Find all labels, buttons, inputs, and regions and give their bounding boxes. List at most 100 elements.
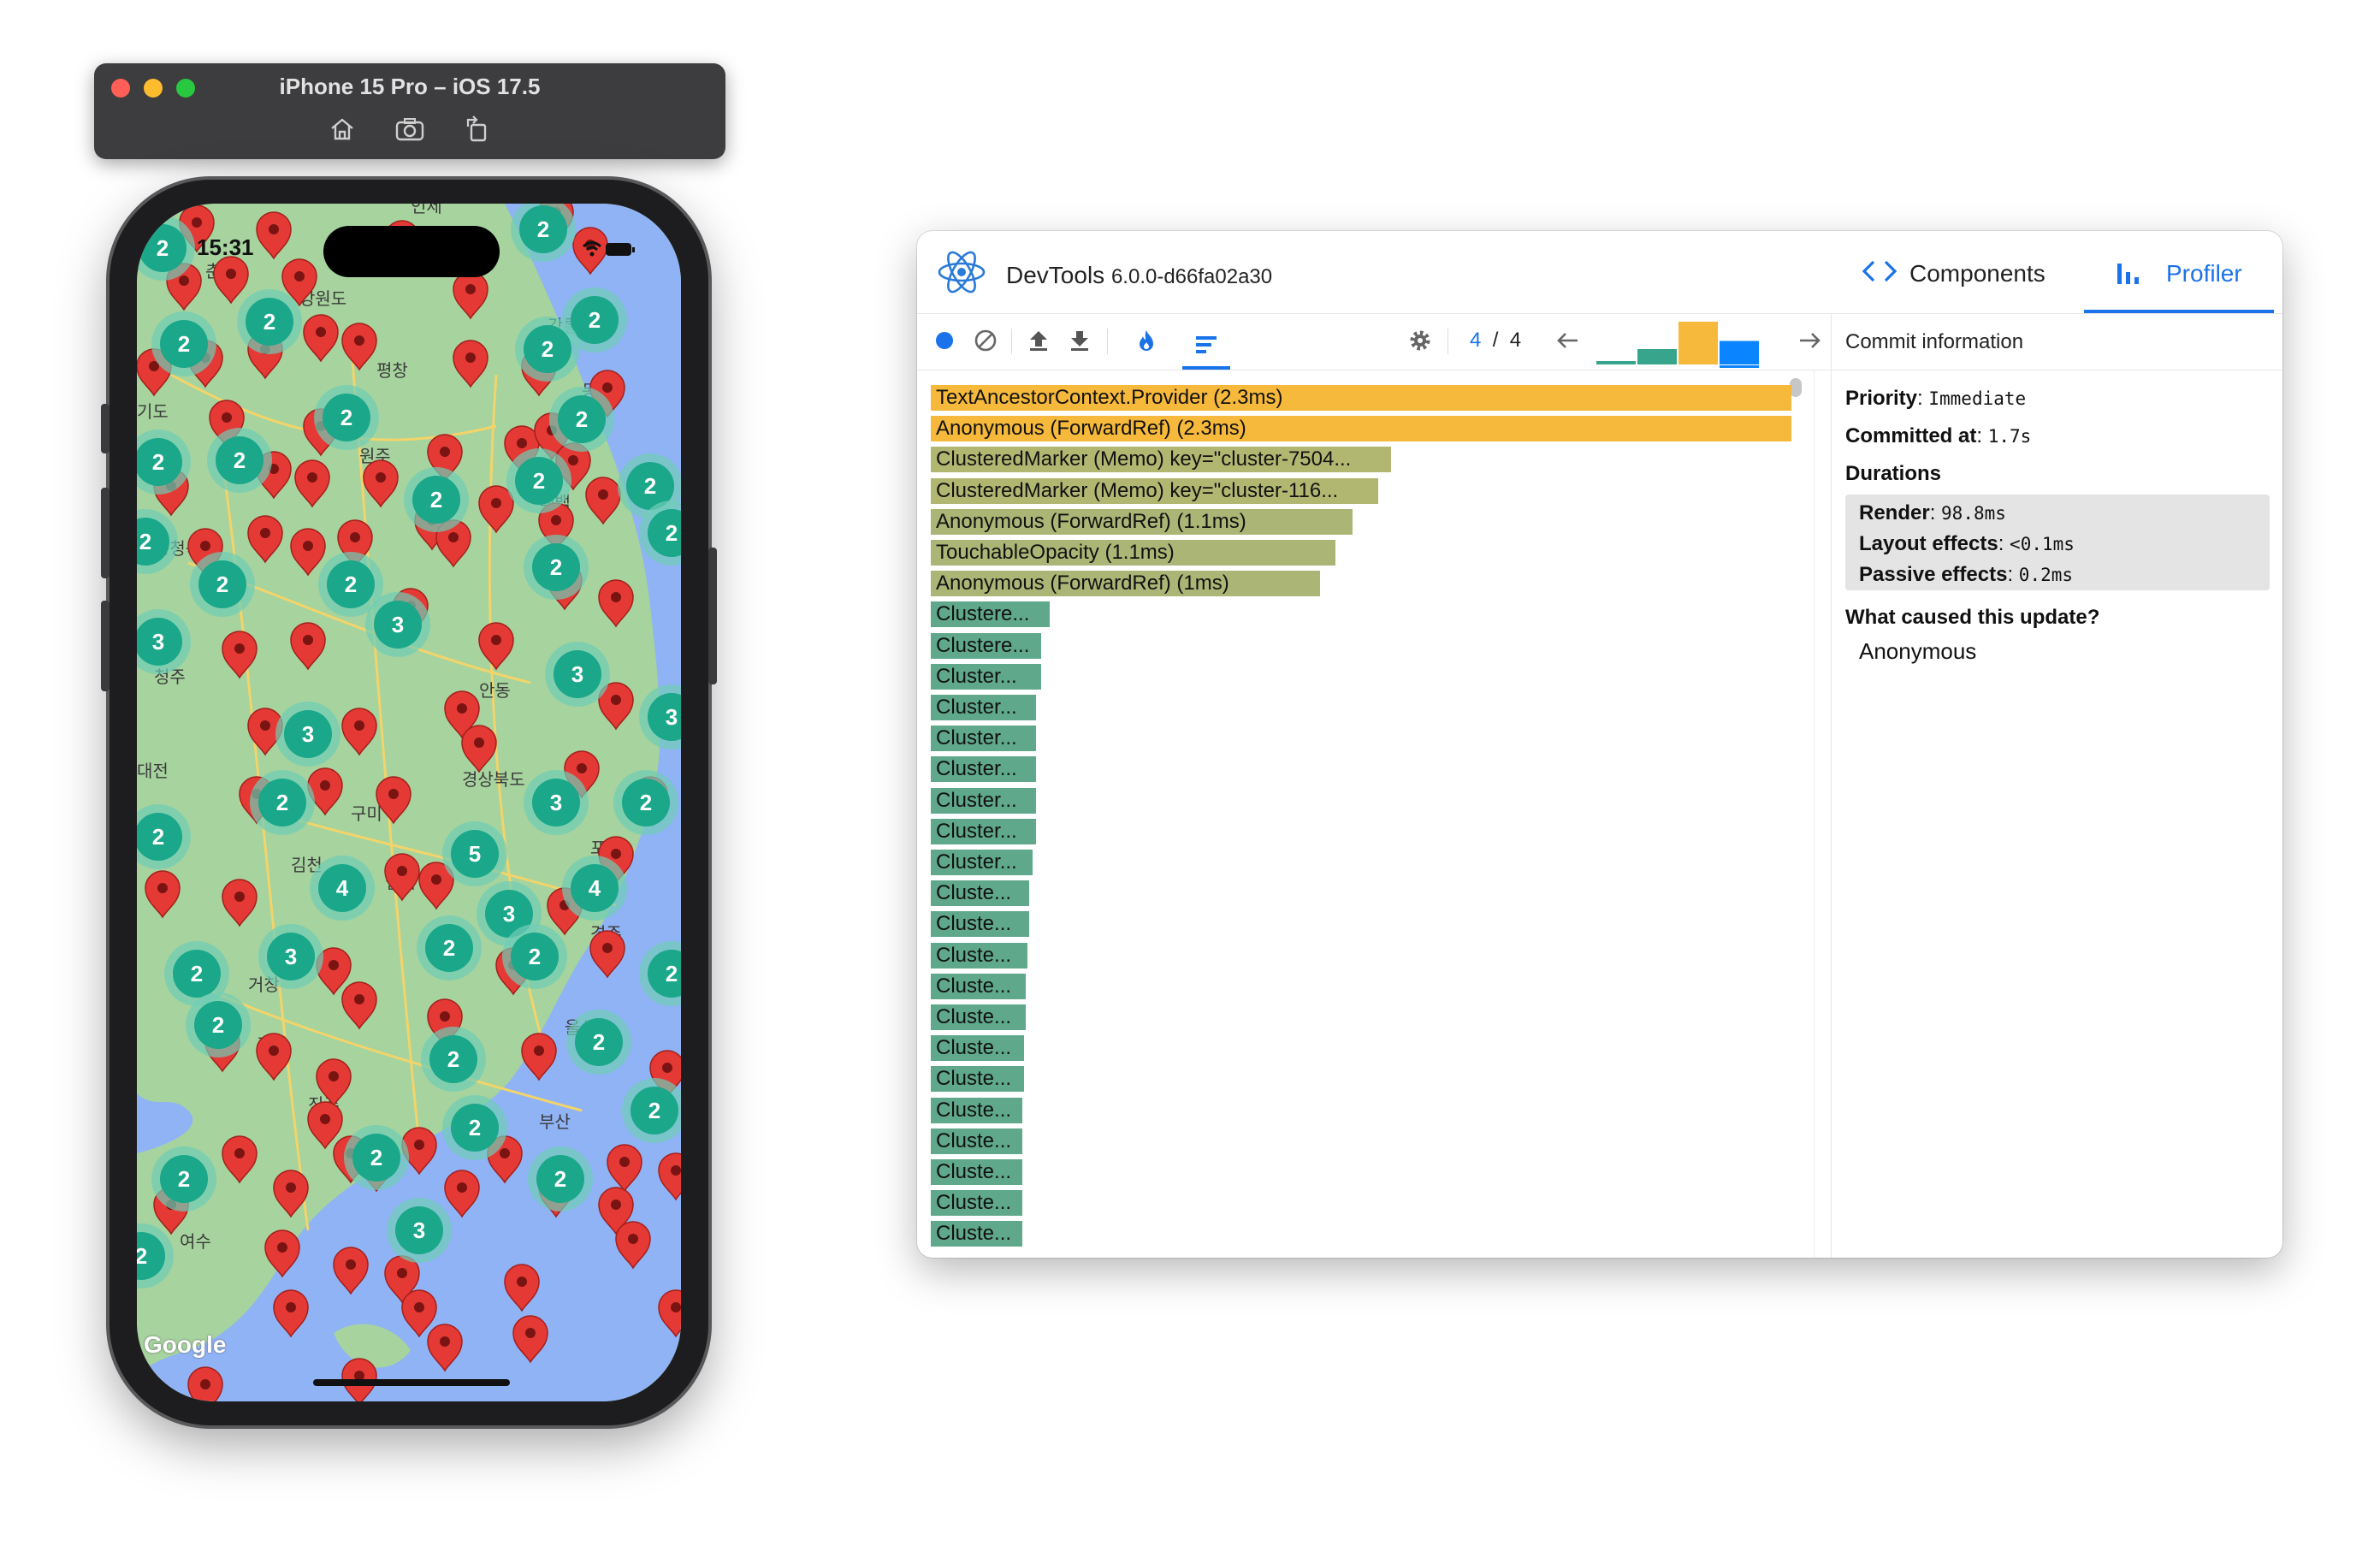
ranked-bar[interactable]: Anonymous (ForwardRef) (1.1ms) <box>931 508 1353 535</box>
map-cluster[interactable]: 2 <box>524 535 589 600</box>
map-cluster[interactable]: 2 <box>442 1095 507 1160</box>
react-logo-icon <box>938 251 986 293</box>
cluster-count: 2 <box>554 1166 566 1192</box>
ranked-bar[interactable]: Cluste... <box>931 880 1029 907</box>
ranked-bar[interactable]: Clustere... <box>931 601 1050 628</box>
commit-info-panel: Commit information Priority: Immediate C… <box>1831 313 2282 1258</box>
map-cluster[interactable]: 2 <box>237 289 302 354</box>
map-cluster[interactable]: 3 <box>275 702 340 767</box>
commit-bar[interactable] <box>1637 349 1677 364</box>
map-cluster[interactable]: 2 <box>502 924 567 989</box>
cluster-count: 3 <box>392 612 404 637</box>
map-cluster[interactable]: 5 <box>442 821 507 886</box>
map-cluster[interactable]: 2 <box>151 1146 216 1211</box>
clear-button[interactable] <box>968 323 1003 358</box>
map-canvas[interactable]: 인제춘천강원도강릉동해평창원주기도충청북도태백청주안동대전구미포항김천칠곡경주거… <box>137 204 681 1401</box>
ranked-chart: TextAncestorContext.Provider (2.3ms) Anon… <box>917 370 1831 1258</box>
ranked-bar[interactable]: Clustere... <box>931 632 1041 659</box>
ranked-bar[interactable]: Cluster... <box>931 726 1036 752</box>
ranked-bar[interactable]: Cluster... <box>931 787 1036 814</box>
map-cluster[interactable]: 2 <box>549 387 614 452</box>
ranked-bar[interactable]: Cluste... <box>931 1190 1022 1217</box>
upload-button[interactable] <box>1021 323 1056 358</box>
map-cluster[interactable]: 2 <box>314 385 379 450</box>
map-cluster[interactable]: 3 <box>524 770 589 835</box>
ranked-bar[interactable]: ClusteredMarker (Memo) key="cluster-116.… <box>931 477 1378 504</box>
settings-button[interactable] <box>1403 323 1437 358</box>
map-cluster[interactable]: 3 <box>365 592 430 657</box>
map-cluster[interactable]: 2 <box>344 1125 409 1190</box>
scrollbar-thumb[interactable] <box>1790 378 1802 397</box>
cluster-count: 2 <box>263 309 275 335</box>
commit-counter: 4 / 4 <box>1470 329 1521 352</box>
tab-profiler-label: Profiler <box>2166 260 2242 287</box>
ranked-bar[interactable]: Anonymous (ForwardRef) (1ms) <box>931 571 1320 597</box>
iphone-frame: 인제춘천강원도강릉동해평창원주기도충청북도태백청주안동대전구미포항김천칠곡경주거… <box>101 180 717 1425</box>
power-button <box>708 548 717 684</box>
ranked-bar[interactable]: Cluste... <box>931 1128 1022 1154</box>
map-cluster[interactable]: 2 <box>528 1146 593 1211</box>
commit-bar[interactable] <box>1720 341 1759 365</box>
map-view[interactable]: 인제춘천강원도강릉동해평창원주기도충청북도태백청주안동대전구미포항김천칠곡경주거… <box>137 204 681 1401</box>
ranked-bar[interactable]: Cluster... <box>931 818 1036 844</box>
ranked-bar[interactable]: Cluste... <box>931 911 1029 938</box>
map-cluster[interactable]: 3 <box>258 924 323 989</box>
ranked-scrollbar[interactable] <box>1786 376 1805 1258</box>
map-cluster[interactable]: 4 <box>562 856 627 921</box>
map-cluster[interactable]: 2 <box>404 467 469 532</box>
ranked-bar[interactable]: Cluster... <box>931 756 1036 783</box>
committed-row: Committed at: 1.7s <box>1845 424 2032 447</box>
ranked-bar[interactable]: Cluste... <box>931 1221 1022 1247</box>
map-cluster[interactable]: 2 <box>421 1027 486 1092</box>
ranked-bar[interactable]: Cluste... <box>931 973 1026 999</box>
record-button[interactable] <box>927 323 962 358</box>
ranked-bar[interactable]: Cluste... <box>931 1035 1024 1062</box>
ranked-bar[interactable]: Cluste... <box>931 1159 1022 1185</box>
map-cluster[interactable]: 2 <box>151 311 216 376</box>
commit-bar[interactable] <box>1678 322 1718 364</box>
download-button[interactable] <box>1063 323 1097 358</box>
map-cluster[interactable]: 2 <box>515 317 580 382</box>
ranked-bar[interactable]: Cluste... <box>931 1097 1022 1123</box>
map-marker[interactable] <box>187 1366 223 1401</box>
ranked-bar[interactable]: Cluster... <box>931 850 1033 875</box>
rotate-icon[interactable] <box>463 115 492 144</box>
map-cluster[interactable]: 2 <box>186 992 251 1057</box>
commit-bar[interactable] <box>1596 361 1636 364</box>
download-icon <box>1071 331 1088 351</box>
tab-profiler[interactable]: Profiler <box>2084 231 2274 313</box>
prev-commit-button[interactable] <box>1550 323 1584 358</box>
map-cluster[interactable]: 2 <box>207 428 272 493</box>
ranked-bar[interactable]: Cluste... <box>931 1066 1024 1093</box>
ranked-bar[interactable]: ClusteredMarker (Memo) key="cluster-7504… <box>931 447 1391 473</box>
cluster-count: 3 <box>285 944 297 969</box>
ranked-bar[interactable]: Cluste... <box>931 942 1027 969</box>
map-cluster[interactable]: 2 <box>613 770 678 835</box>
map-cluster[interactable]: 2 <box>506 448 571 513</box>
cluster-count: 2 <box>537 216 549 242</box>
flamegraph-button[interactable] <box>1129 323 1163 358</box>
home-icon[interactable] <box>328 115 357 144</box>
home-indicator[interactable] <box>313 1379 510 1386</box>
ranked-bar[interactable]: TouchableOpacity (1.1ms) <box>931 540 1335 566</box>
map-cluster[interactable]: 2 <box>417 915 482 980</box>
ranked-button[interactable] <box>1182 323 1230 370</box>
tab-components[interactable]: Components <box>1850 231 2055 313</box>
map-cluster[interactable]: 2 <box>250 770 315 835</box>
ranked-bar[interactable]: Anonymous (ForwardRef) (2.3ms) <box>931 416 1791 442</box>
code-icon <box>1862 260 1897 282</box>
map-cluster[interactable]: 4 <box>310 856 375 921</box>
screenshot-icon[interactable] <box>394 115 425 144</box>
map-cluster[interactable]: 3 <box>545 642 610 707</box>
ranked-bar[interactable]: TextAncestorContext.Provider (2.3ms) <box>931 385 1791 411</box>
commit-selector-chart[interactable] <box>1596 320 1785 368</box>
ranked-bar[interactable]: Cluster... <box>931 695 1036 720</box>
cluster-count: 2 <box>157 235 169 261</box>
map-cluster[interactable]: 2 <box>190 552 255 617</box>
ranked-bar[interactable]: Cluster... <box>931 663 1041 690</box>
map-cluster[interactable]: 2 <box>566 1010 631 1075</box>
ranked-bar[interactable]: Cluste... <box>931 1004 1026 1030</box>
cause-value[interactable]: Anonymous <box>1859 638 1976 665</box>
next-commit-button[interactable] <box>1793 323 1827 358</box>
map-cluster[interactable]: 3 <box>387 1198 452 1263</box>
